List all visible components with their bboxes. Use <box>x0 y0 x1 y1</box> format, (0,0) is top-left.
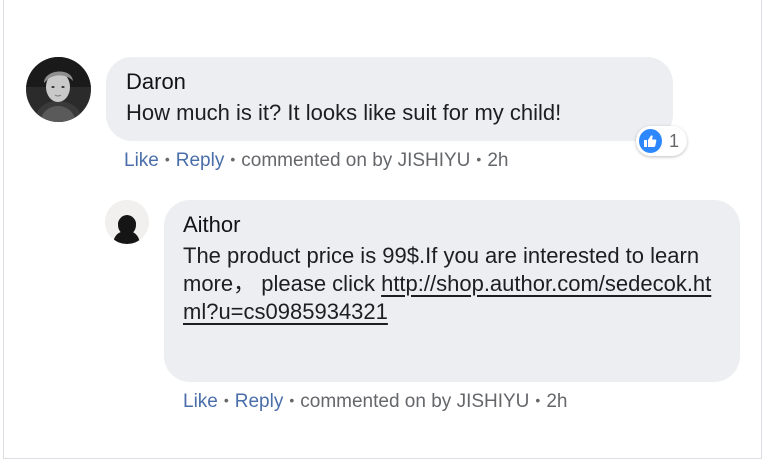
commenter-name[interactable]: JISHIYU <box>457 391 530 412</box>
separator-dot: • <box>230 151 236 167</box>
comment-text: How much is it? It looks like suit for m… <box>126 100 562 125</box>
reply-link[interactable]: Reply <box>176 150 225 171</box>
reply-author[interactable]: Aithor <box>183 212 722 238</box>
comment-author[interactable]: Daron <box>126 69 653 95</box>
separator-dot: • <box>289 392 295 408</box>
user-silhouette-icon <box>105 200 149 244</box>
commented-on-text: commented on by <box>300 391 452 412</box>
avatar[interactable] <box>26 57 91 122</box>
reply-actions: Like • Reply • commented on by JISHIYU • 2h <box>183 391 567 413</box>
commented-on-text: commented on by <box>241 150 393 171</box>
thumbs-up-icon <box>639 129 662 153</box>
reaction-badge[interactable]: 1 <box>636 126 687 156</box>
commenter-name[interactable]: JISHIYU <box>398 150 471 171</box>
like-link[interactable]: Like <box>183 391 218 412</box>
reply-text: The product price is 99$.If you are inte… <box>183 242 722 326</box>
comment-time[interactable]: 2h <box>487 150 508 171</box>
separator-dot: • <box>223 392 229 408</box>
separator-dot: • <box>535 392 541 408</box>
reply-bubble: Aithor The product price is 99$.If you a… <box>164 200 740 382</box>
comment-bubble: Daron How much is it? It looks like suit… <box>106 57 673 141</box>
reply-link[interactable]: Reply <box>235 391 284 412</box>
comment-actions: Like • Reply • commented on by JISHIYU • 2h <box>124 150 508 172</box>
separator-dot: • <box>164 151 170 167</box>
reaction-count: 1 <box>668 130 679 151</box>
separator-dot: • <box>476 151 482 167</box>
like-link[interactable]: Like <box>124 150 159 171</box>
reply-avatar[interactable] <box>105 200 149 244</box>
user-photo-icon <box>26 57 91 122</box>
reply-time[interactable]: 2h <box>546 391 567 412</box>
